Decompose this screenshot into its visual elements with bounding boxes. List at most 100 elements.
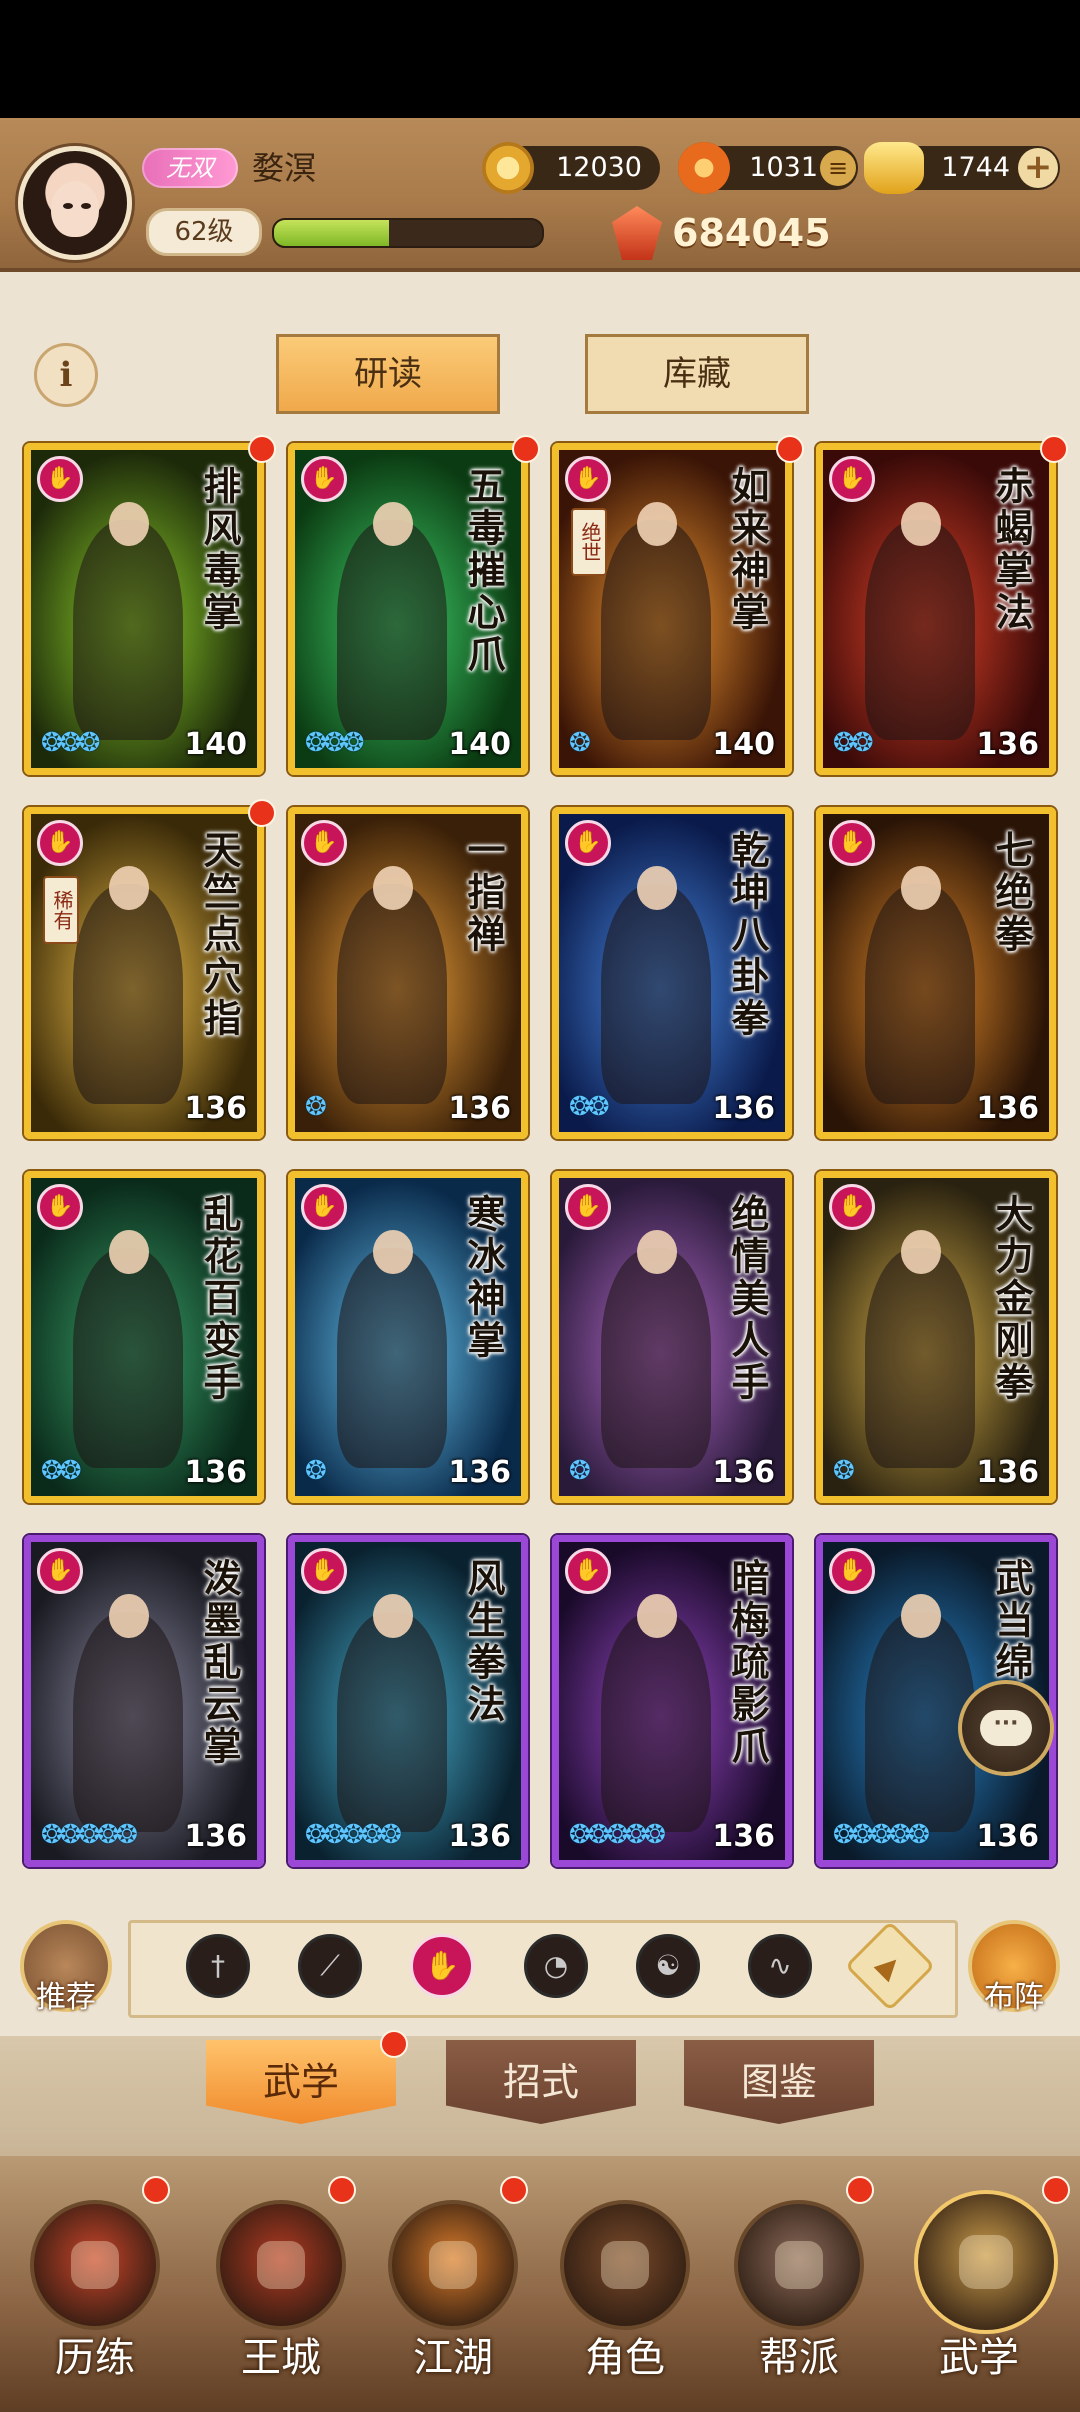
palm-type-icon: ✋	[829, 1548, 875, 1594]
notification-dot	[328, 2176, 356, 2204]
card-character-head	[109, 866, 149, 910]
martial-art-card[interactable]: ✋ 排风毒掌 ❂❂❂ 140	[24, 443, 264, 775]
spirit-counter[interactable]: 1031 ≡	[678, 142, 858, 194]
palm-type-icon: ✋	[301, 1548, 347, 1594]
card-character	[865, 884, 975, 1104]
character-icon	[600, 2240, 650, 2290]
chat-button[interactable]: ···	[958, 1680, 1054, 1776]
coin-stack-icon[interactable]: ≡	[820, 150, 856, 186]
nav-martial-scroll[interactable]	[914, 2190, 1058, 2334]
card-name: 乱花百变手	[197, 1194, 242, 1404]
card-level: 136	[712, 1455, 775, 1490]
palm-icon[interactable]: ✋	[410, 1934, 474, 1998]
star-rating: ❂❂	[41, 1456, 82, 1486]
fan-icon[interactable]: ◔	[524, 1934, 588, 1998]
card-level: 136	[976, 1819, 1039, 1854]
palm-type-icon: ✋	[565, 1184, 611, 1230]
palm-type-icon: ✋	[37, 1184, 83, 1230]
formation-label: 布阵	[984, 1980, 1044, 2015]
gold-counter[interactable]: 1744 +	[864, 142, 1060, 194]
card-character	[865, 520, 975, 740]
card-name: 天竺点穴指	[197, 830, 242, 1040]
card-name: 大力金刚拳	[989, 1194, 1034, 1404]
card-level: 136	[976, 727, 1039, 762]
martial-art-card[interactable]: ✋ 稀有 天竺点穴指 136	[24, 807, 264, 1139]
exp-bar	[272, 218, 544, 248]
martial-art-card[interactable]: ✋ 绝世 如来神掌 ❂ 140	[552, 443, 792, 775]
martial-art-card[interactable]: ✋ 一指禅 ❂ 136	[288, 807, 528, 1139]
chat-icon: ···	[980, 1710, 1032, 1746]
palm-type-icon: ✋	[829, 1184, 875, 1230]
card-name: 暗梅疏影爪	[725, 1558, 770, 1768]
grade-tag: 稀有	[43, 876, 79, 944]
nav-jianghu[interactable]	[388, 2200, 518, 2330]
nav-label: 历练	[55, 2335, 135, 2381]
card-character-head	[901, 502, 941, 546]
nav-character[interactable]	[560, 2200, 690, 2330]
sword-icon[interactable]: †	[186, 1934, 250, 1998]
card-character-head	[637, 502, 677, 546]
card-level: 136	[976, 1455, 1039, 1490]
study-button[interactable]: 研读	[276, 334, 500, 414]
blade-icon[interactable]: ⟋	[298, 1934, 362, 1998]
palm-type-icon: ✋	[37, 1548, 83, 1594]
card-level: 140	[184, 727, 247, 762]
whip-icon[interactable]: ∿	[748, 1934, 812, 1998]
info-button[interactable]: i	[34, 343, 98, 407]
nav-label: 江湖	[413, 2335, 493, 2381]
martial-art-card[interactable]: ✋ 寒冰神掌 ❂ 136	[288, 1171, 528, 1503]
collection-button[interactable]: 库藏	[585, 334, 809, 414]
card-level: 136	[448, 1455, 511, 1490]
add-gold-icon[interactable]: +	[1018, 148, 1058, 188]
player-avatar[interactable]	[18, 146, 132, 260]
card-character	[865, 1248, 975, 1468]
nav-label: 王城	[241, 2335, 321, 2381]
star-rating: ❂	[305, 1092, 327, 1122]
card-level: 136	[976, 1091, 1039, 1126]
martial-art-card[interactable]: ✋ 七绝拳 136	[816, 807, 1056, 1139]
martial-art-card[interactable]: ✋ 绝情美人手 ❂ 136	[552, 1171, 792, 1503]
palm-type-icon: ✋	[829, 820, 875, 866]
exp-bar-fill	[274, 220, 390, 246]
card-name: 风生拳法	[461, 1558, 506, 1726]
card-level: 136	[184, 1091, 247, 1126]
coin-counter[interactable]: 12030	[482, 142, 660, 194]
card-name: 乾坤八卦拳	[725, 830, 770, 1040]
martial-art-card[interactable]: ✋ 泼墨乱云掌 ❂❂❂❂❂ 136	[24, 1535, 264, 1867]
card-character	[73, 520, 183, 740]
palm-type-icon: ✋	[829, 456, 875, 502]
card-level: 136	[184, 1819, 247, 1854]
nav-training[interactable]	[30, 2200, 160, 2330]
notification-dot	[500, 2176, 528, 2204]
martial-art-card[interactable]: ✋ 暗梅疏影爪 ❂❂❂❂❂ 136	[552, 1535, 792, 1867]
recommend-label: 推荐	[36, 1980, 96, 2015]
nav-royal-city[interactable]	[216, 2200, 346, 2330]
spirit-value: 1031	[749, 152, 818, 183]
card-character-head	[637, 866, 677, 910]
nav-guild[interactable]	[734, 2200, 864, 2330]
card-character	[337, 1612, 447, 1832]
martial-art-card[interactable]: ✋ 风生拳法 ❂❂❂❂❂ 136	[288, 1535, 528, 1867]
yin-yang-icon[interactable]: ☯	[636, 1934, 700, 1998]
card-character-head	[373, 1594, 413, 1638]
star-rating: ❂❂❂	[305, 728, 364, 758]
status-bar	[0, 0, 1080, 118]
palm-type-icon: ✋	[565, 1548, 611, 1594]
card-character-head	[373, 1230, 413, 1274]
vip-badge[interactable]: 无双	[142, 148, 238, 188]
notification-dot	[776, 435, 804, 463]
martial-art-card[interactable]: ✋ 大力金刚拳 ❂ 136	[816, 1171, 1056, 1503]
avatar-eye	[81, 203, 91, 209]
card-name: 赤蝎掌法	[989, 466, 1034, 634]
martial-art-card[interactable]: ✋ 五毒摧心爪 ❂❂❂ 140	[288, 443, 528, 775]
martial-art-card[interactable]: ✋ 乱花百变手 ❂❂ 136	[24, 1171, 264, 1503]
notification-dot	[846, 2176, 874, 2204]
notification-dot	[380, 2030, 408, 2058]
card-name: 一指禅	[461, 830, 506, 956]
martial-art-card[interactable]: ✋ 赤蝎掌法 ❂❂ 136	[816, 443, 1056, 775]
card-name: 武当绵	[989, 1558, 1034, 1684]
card-character-head	[637, 1230, 677, 1274]
notification-dot	[1042, 2176, 1070, 2204]
martial-art-card[interactable]: ✋ 乾坤八卦拳 ❂❂ 136	[552, 807, 792, 1139]
nav-label: 武学	[939, 2335, 1019, 2381]
